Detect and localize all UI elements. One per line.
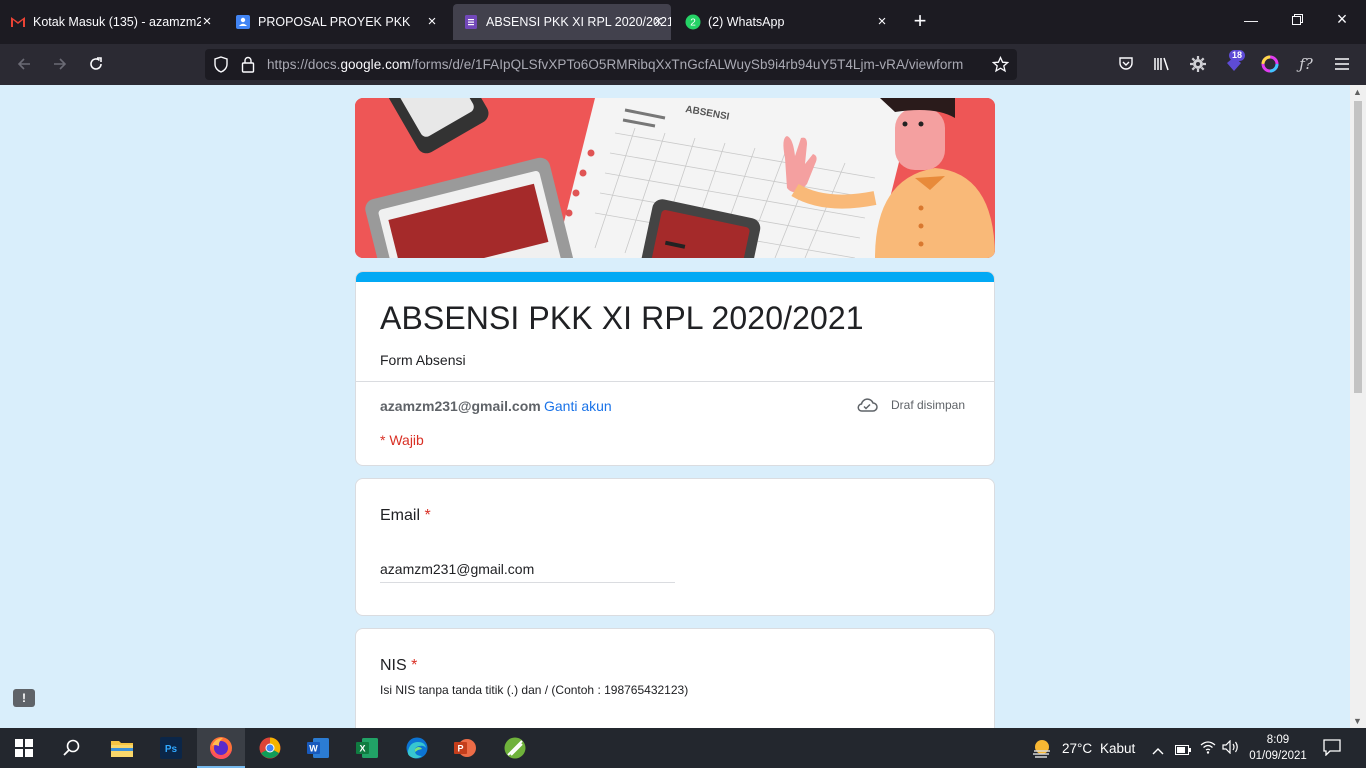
svg-text:Ps: Ps	[165, 744, 178, 755]
pocket-icon[interactable]	[1116, 54, 1136, 74]
close-tab-icon[interactable]: ×	[875, 14, 889, 29]
minimize-button[interactable]: —	[1241, 12, 1261, 28]
close-tab-icon[interactable]: ×	[651, 14, 665, 29]
close-window-button[interactable]: ×	[1332, 9, 1352, 30]
scrollbar-thumb[interactable]	[1354, 101, 1362, 393]
photoshop-icon[interactable]: Ps	[159, 736, 183, 760]
bookmark-star-icon[interactable]	[991, 55, 1010, 78]
edge-icon[interactable]	[405, 736, 429, 760]
tab-title: Kotak Masuk (135) - azamzm231@	[33, 15, 201, 29]
question-title: NIS *	[380, 657, 418, 674]
close-tab-icon[interactable]: ×	[425, 14, 439, 29]
whatsapp-icon: 2	[685, 14, 701, 30]
notification-icon[interactable]	[1323, 739, 1341, 761]
tab-title: PROPOSAL PROYEK PKK	[258, 15, 411, 29]
close-tab-icon[interactable]: ×	[200, 14, 214, 29]
google-forms-icon	[463, 14, 479, 30]
svg-text:W: W	[309, 744, 318, 754]
svg-text:P: P	[457, 744, 463, 754]
clock-date: 01/09/2021	[1249, 750, 1307, 762]
start-icon[interactable]	[12, 736, 36, 760]
menu-icon[interactable]	[1332, 54, 1352, 74]
required-asterisk: *	[411, 657, 418, 674]
powerpoint-icon[interactable]: P	[453, 736, 477, 760]
back-button[interactable]	[12, 52, 36, 76]
svg-text:2: 2	[690, 18, 696, 29]
shield-icon[interactable]	[213, 56, 229, 78]
app-icon[interactable]	[503, 736, 527, 760]
account-email: azamzm231@gmail.com	[380, 398, 541, 414]
browser-tab-bar: Kotak Masuk (135) - azamzm231@ × PROPOSA…	[0, 0, 1366, 44]
question-card-nis: NIS * Isi NIS tanpa tanda titik (.) dan …	[355, 628, 995, 728]
weather-temperature[interactable]: 27°C	[1062, 741, 1092, 756]
lock-icon[interactable]	[241, 56, 255, 78]
navigation-bar: https://docs.google.com/forms/d/e/1FAIpQ…	[0, 44, 1366, 85]
clock-time: 8:09	[1266, 734, 1290, 746]
chevron-up-icon[interactable]	[1152, 742, 1164, 760]
url-text: https://docs.google.com/forms/d/e/1FAIpQ…	[267, 57, 964, 72]
required-note: * Wajib	[380, 432, 424, 448]
taskbar: Ps W X P 27°C Kabut 8:09 01/09/2021	[0, 728, 1366, 768]
form-title-card: ABSENSI PKK XI RPL 2020/2021 Form Absens…	[355, 271, 995, 466]
chrome-icon[interactable]	[258, 736, 282, 760]
library-icon[interactable]	[1152, 54, 1172, 74]
excel-icon[interactable]: X	[355, 736, 379, 760]
draft-status: Draf disimpan	[891, 398, 966, 412]
page-scrollbar[interactable]: ▲ ▼	[1350, 85, 1366, 728]
reload-button[interactable]	[84, 52, 108, 76]
font-finder-icon[interactable]: ƒ?	[1296, 54, 1316, 74]
tab-title: (2) WhatsApp	[708, 15, 785, 29]
form-accent-bar	[356, 272, 994, 282]
tab-whatsapp[interactable]: 2 (2) WhatsApp ×	[675, 0, 895, 44]
tab-absensi[interactable]: ABSENSI PKK XI RPL 2020/2021 ×	[453, 4, 671, 40]
question-card-email: Email * azamzm231@gmail.com	[355, 478, 995, 616]
tab-title: ABSENSI PKK XI RPL 2020/2021	[486, 15, 671, 29]
scroll-up-icon[interactable]: ▲	[1353, 87, 1362, 97]
form-header-banner: ABSENSI	[355, 98, 995, 258]
battery-icon[interactable]	[1175, 742, 1191, 760]
new-tab-button[interactable]: +	[910, 10, 930, 32]
tab-proposal[interactable]: PROPOSAL PROYEK PKK ×	[225, 0, 445, 44]
cloud-saved-icon	[856, 396, 878, 419]
google-sites-icon	[235, 14, 251, 30]
report-feedback-icon[interactable]: !	[13, 689, 35, 707]
file-explorer-icon[interactable]	[110, 736, 134, 760]
page-content: ABSENSI ABSENSI PKK XI RPL 2020/2021 For…	[0, 85, 1350, 728]
wifi-icon[interactable]	[1200, 740, 1216, 759]
weather-description[interactable]: Kabut	[1100, 741, 1135, 756]
form-title: ABSENSI PKK XI RPL 2020/2021	[380, 300, 864, 336]
firefox-icon[interactable]	[209, 736, 233, 760]
address-bar[interactable]: https://docs.google.com/forms/d/e/1FAIpQ…	[205, 49, 1017, 80]
tab-gmail[interactable]: Kotak Masuk (135) - azamzm231@ ×	[0, 0, 220, 44]
extension-badge: 18	[1229, 50, 1246, 61]
word-icon[interactable]: W	[306, 736, 330, 760]
required-asterisk: *	[424, 507, 431, 524]
restore-button[interactable]	[1287, 12, 1307, 28]
search-icon[interactable]	[60, 736, 84, 760]
question-help-text: Isi NIS tanpa tanda titik (.) dan / (Con…	[380, 683, 689, 697]
color-picker-icon[interactable]	[1260, 54, 1280, 74]
svg-text:X: X	[359, 744, 365, 754]
system-clock[interactable]: 8:09 01/09/2021	[1248, 732, 1308, 764]
volume-icon[interactable]	[1222, 739, 1240, 759]
gmail-icon	[10, 14, 26, 30]
forward-button[interactable]	[48, 52, 72, 76]
settings-gear-icon[interactable]	[1188, 54, 1208, 74]
scroll-down-icon[interactable]: ▼	[1353, 716, 1362, 726]
question-title: Email *	[380, 507, 431, 524]
email-field[interactable]: azamzm231@gmail.com	[380, 561, 675, 583]
divider	[356, 381, 994, 382]
form-description: Form Absensi	[380, 352, 466, 368]
switch-account-link[interactable]: Ganti akun	[544, 398, 612, 414]
weather-icon[interactable]	[1031, 737, 1053, 764]
